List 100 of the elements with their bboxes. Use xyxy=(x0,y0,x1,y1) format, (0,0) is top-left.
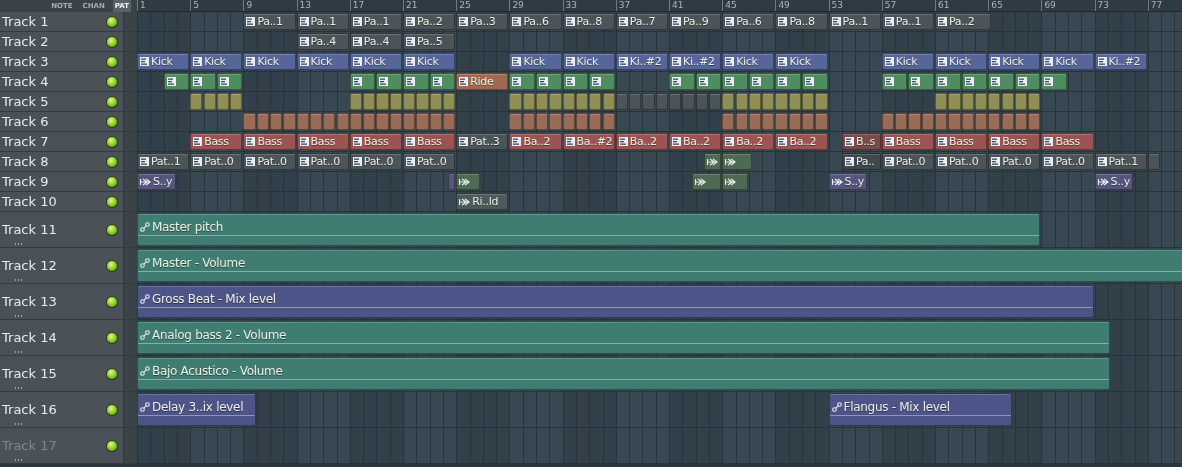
pattern-clip[interactable] xyxy=(881,113,895,130)
pattern-clip[interactable] xyxy=(735,93,748,110)
pattern-clip[interactable]: Bass xyxy=(1041,133,1094,150)
pattern-clip[interactable]: Ba..2 xyxy=(722,133,775,150)
pattern-clip[interactable]: Pat..1 xyxy=(137,153,190,170)
pattern-clip[interactable] xyxy=(1001,93,1014,110)
pattern-clip[interactable] xyxy=(536,73,562,90)
pattern-clip[interactable] xyxy=(309,113,323,130)
pattern-clip[interactable] xyxy=(988,113,1001,130)
pattern-clip[interactable]: Kick xyxy=(349,53,402,70)
pattern-clip[interactable]: Pat..0 xyxy=(349,153,402,170)
pattern-clip[interactable]: Ki..#2 xyxy=(669,53,722,70)
track-header[interactable]: Track 12 xyxy=(0,248,137,284)
track-header[interactable]: Track 16 xyxy=(0,392,137,428)
track-header[interactable]: Track 8 xyxy=(0,152,137,172)
pattern-clip[interactable] xyxy=(403,113,416,130)
pattern-clip[interactable] xyxy=(336,113,349,130)
pattern-clip[interactable] xyxy=(509,73,535,90)
pattern-clip[interactable] xyxy=(748,73,775,90)
pattern-clip[interactable] xyxy=(988,73,1014,90)
pattern-clip[interactable] xyxy=(216,93,230,110)
pattern-clip[interactable] xyxy=(509,93,522,110)
pattern-clip[interactable]: Pat..0 xyxy=(988,153,1041,170)
track-enable-led[interactable] xyxy=(107,296,117,307)
track-enable-led[interactable] xyxy=(107,76,117,87)
track-header[interactable]: Track 6 xyxy=(0,112,137,132)
pattern-clip[interactable] xyxy=(1001,113,1014,130)
pattern-clip[interactable] xyxy=(562,73,589,90)
automation-clip[interactable]: Delay 3..ix level xyxy=(137,393,256,426)
pattern-clip[interactable] xyxy=(722,113,735,130)
pattern-clip[interactable] xyxy=(376,93,389,110)
pattern-clip[interactable] xyxy=(549,113,562,130)
pattern-clip[interactable]: Pat..0 xyxy=(1041,153,1094,170)
audio-clip[interactable] xyxy=(703,153,722,170)
pattern-clip[interactable] xyxy=(429,73,456,90)
pattern-clip[interactable] xyxy=(296,113,309,130)
track-header[interactable]: Track 7 xyxy=(0,132,137,152)
pattern-clip[interactable]: Pa..1 xyxy=(296,13,349,30)
pattern-clip[interactable]: Bass xyxy=(243,133,296,150)
track-header[interactable]: Track 11 xyxy=(0,212,137,248)
pattern-clip[interactable] xyxy=(748,113,762,130)
pattern-clip[interactable] xyxy=(429,113,442,130)
track-enable-led[interactable] xyxy=(107,260,117,271)
audio-clip[interactable]: S..y xyxy=(137,173,176,190)
track-enable-led[interactable] xyxy=(107,96,117,107)
pattern-clip[interactable] xyxy=(948,113,961,130)
pattern-clip[interactable]: Ba..2 xyxy=(615,133,668,150)
pattern-clip[interactable] xyxy=(349,73,376,90)
pattern-clip[interactable]: Pa..1 xyxy=(881,13,934,30)
pattern-clip[interactable] xyxy=(615,93,629,110)
track-header[interactable]: Track 10 xyxy=(0,192,137,212)
pattern-clip[interactable]: Pa..4 xyxy=(296,33,349,50)
track-enable-led[interactable] xyxy=(107,16,117,27)
pattern-clip[interactable] xyxy=(283,113,296,130)
pattern-clip[interactable] xyxy=(522,93,535,110)
pattern-clip[interactable]: Bass xyxy=(935,133,988,150)
pattern-clip[interactable] xyxy=(669,73,695,90)
pattern-clip[interactable]: Pa..2 xyxy=(403,13,456,30)
pattern-clip[interactable] xyxy=(589,93,602,110)
audio-clip[interactable]: S..y xyxy=(828,173,868,190)
pattern-clip[interactable]: Ride xyxy=(456,73,509,90)
track-header[interactable]: Track 3 xyxy=(0,52,137,72)
pattern-clip[interactable] xyxy=(416,113,429,130)
pattern-clip[interactable] xyxy=(788,113,801,130)
pattern-clip[interactable]: Pa..6 xyxy=(509,13,562,30)
pattern-clip[interactable] xyxy=(429,93,442,110)
track-enable-led[interactable] xyxy=(107,176,117,187)
pattern-clip[interactable]: Ba..2 xyxy=(669,133,722,150)
pattern-clip[interactable]: Kick xyxy=(403,53,456,70)
pattern-clip[interactable]: Pat..1 xyxy=(1094,153,1147,170)
pattern-clip[interactable] xyxy=(775,93,788,110)
pattern-clip[interactable] xyxy=(1028,113,1041,130)
pattern-clip[interactable] xyxy=(575,93,589,110)
pattern-clip[interactable]: Pa..3 xyxy=(456,13,509,30)
pattern-clip[interactable] xyxy=(921,113,934,130)
pattern-clip[interactable] xyxy=(762,93,775,110)
track-enable-led[interactable] xyxy=(107,136,117,147)
timeline-ruler[interactable]: 1 5 9 13 17 21 25 29 33 37 41 45 49 53 57 61 65 69 73 77 xyxy=(137,0,1182,12)
pattern-clip[interactable]: Ki..#2 xyxy=(615,53,668,70)
pattern-clip[interactable]: Bass xyxy=(988,133,1041,150)
pattern-clip[interactable]: Kick xyxy=(722,53,775,70)
pattern-clip[interactable] xyxy=(815,113,828,130)
pattern-clip[interactable] xyxy=(1014,73,1041,90)
pattern-clip[interactable] xyxy=(363,113,376,130)
pattern-clip[interactable] xyxy=(655,93,668,110)
pattern-clip[interactable] xyxy=(1041,73,1067,90)
pattern-clip[interactable]: Kick xyxy=(296,53,349,70)
pattern-clip[interactable] xyxy=(602,113,615,130)
pattern-clip[interactable] xyxy=(363,93,376,110)
track-enable-led[interactable] xyxy=(107,368,117,379)
pattern-clip[interactable]: Bass xyxy=(403,133,456,150)
audio-clip[interactable] xyxy=(456,173,481,190)
pattern-clip[interactable] xyxy=(961,93,974,110)
pattern-clip[interactable] xyxy=(163,73,190,90)
automation-clip[interactable]: Bajo Acustico - Volume xyxy=(137,357,1110,390)
pattern-clip[interactable] xyxy=(243,113,256,130)
pattern-clip[interactable] xyxy=(589,113,602,130)
audio-clip[interactable] xyxy=(448,173,456,190)
pattern-clip[interactable] xyxy=(722,93,735,110)
pattern-clip[interactable] xyxy=(349,93,363,110)
